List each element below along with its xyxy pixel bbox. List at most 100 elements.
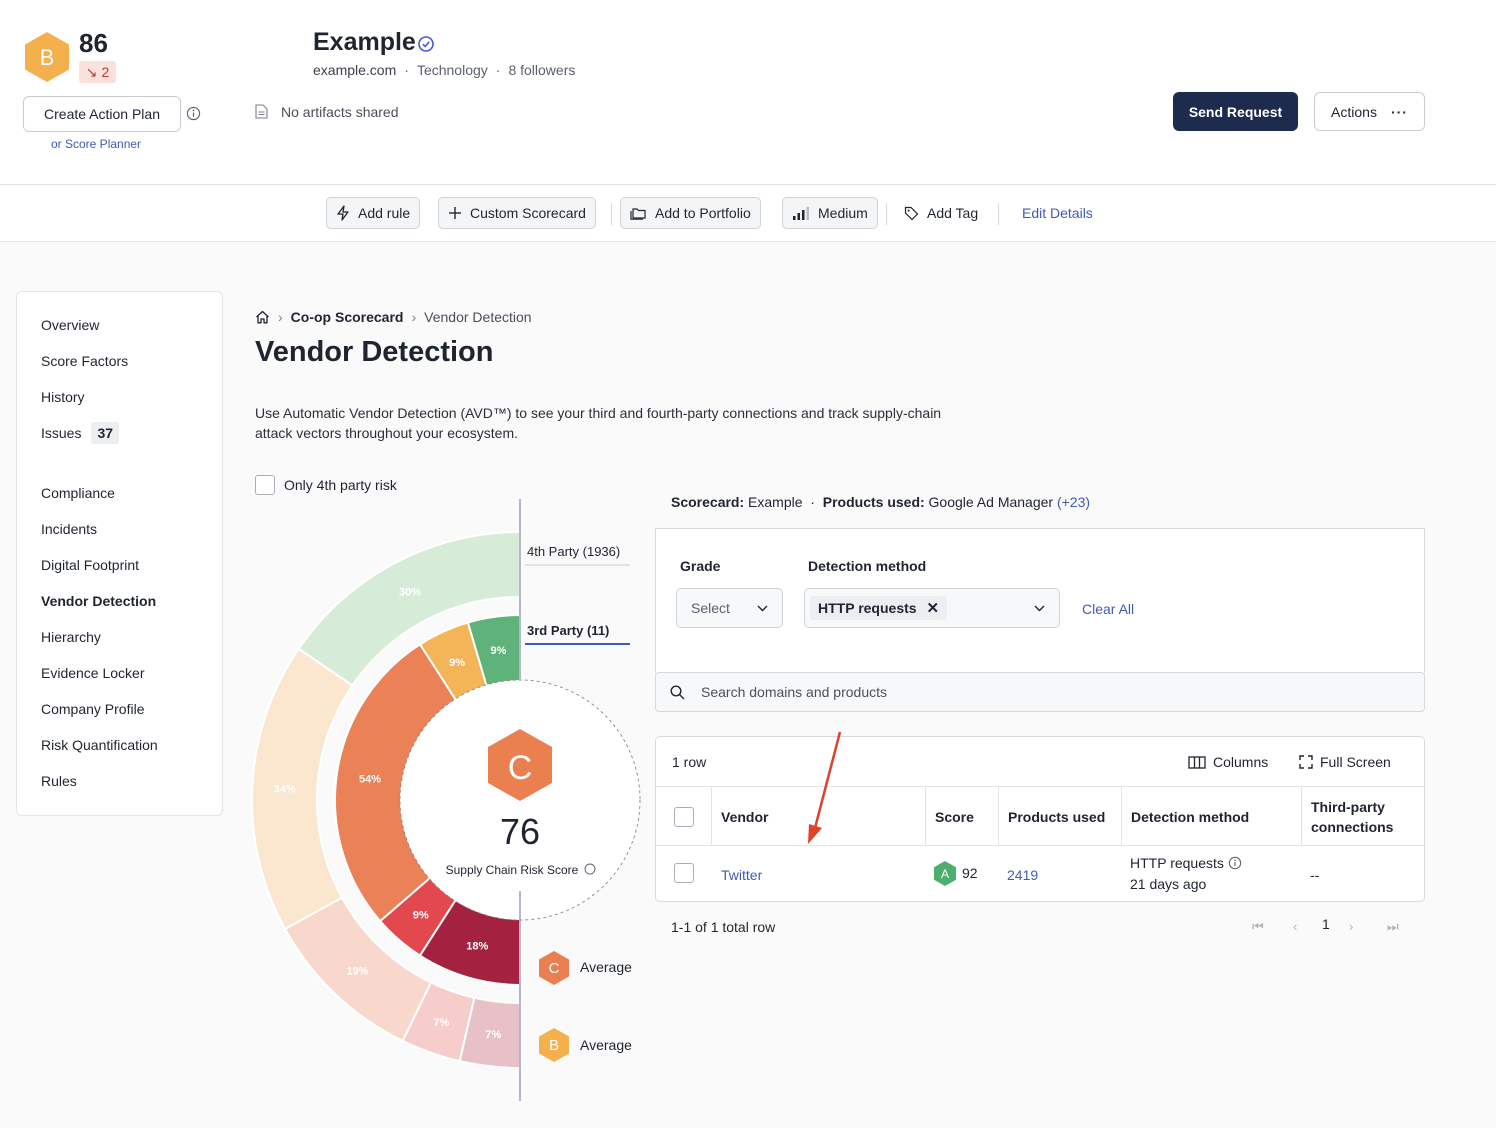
remove-chip-icon[interactable]: ✕ xyxy=(927,599,940,617)
center-label: Supply Chain Risk Score xyxy=(446,863,579,877)
score-delta-value: 2 xyxy=(101,64,110,80)
verified-badge-icon xyxy=(418,36,434,52)
tier-medium-button[interactable]: Medium xyxy=(782,197,878,229)
breadcrumb-parent[interactable]: Co-op Scorecard xyxy=(291,309,404,325)
filter-panel: Grade Detection method Select HTTP reque… xyxy=(655,528,1425,673)
sidebar-item-evidence-locker[interactable]: Evidence Locker xyxy=(41,665,145,681)
fourth-party-label[interactable]: 4th Party (1936) xyxy=(527,544,620,559)
inner-ring-segment-label: 9% xyxy=(490,645,506,657)
breadcrumb-current: Vendor Detection xyxy=(424,309,532,325)
select-all-checkbox[interactable] xyxy=(674,806,694,827)
sidebar-item-issues[interactable]: Issues 37 xyxy=(41,422,120,444)
center-grade: C xyxy=(508,749,533,787)
third-party-label[interactable]: 3rd Party (11) xyxy=(527,623,609,638)
next-page-icon[interactable]: › xyxy=(1349,919,1353,934)
sidebar-item-vendor-detection[interactable]: Vendor Detection xyxy=(41,593,156,609)
sidebar-item-hierarchy[interactable]: Hierarchy xyxy=(41,629,101,645)
column-header-products[interactable]: Products used xyxy=(999,787,1122,846)
svg-text:A: A xyxy=(941,867,949,881)
only-4th-party-checkbox[interactable] xyxy=(255,475,275,495)
products-more-link[interactable]: (+23) xyxy=(1057,494,1090,510)
inner-ring-segment-label: 9% xyxy=(413,909,429,921)
table-header: Vendor Score Products used Detection met… xyxy=(656,786,1424,846)
plus-icon xyxy=(449,207,461,219)
inner-ring-segment-label: 54% xyxy=(359,773,381,785)
company-score: 86 xyxy=(79,28,108,58)
chevron-down-icon xyxy=(1034,605,1045,611)
custom-scorecard-button[interactable]: Custom Scorecard xyxy=(438,197,596,229)
previous-page-icon[interactable]: ‹ xyxy=(1293,919,1297,934)
products-count-link[interactable]: 2419 xyxy=(1007,867,1038,883)
sidebar-item-label: Issues xyxy=(41,425,82,441)
company-grade: B xyxy=(40,45,55,70)
create-action-plan-button[interactable]: Create Action Plan xyxy=(23,96,181,132)
sidebar-item-rules[interactable]: Rules xyxy=(41,773,77,789)
folders-icon xyxy=(630,208,646,220)
vendor-score: 92 xyxy=(962,865,978,881)
company-domain: example.com xyxy=(313,62,397,78)
edit-details-link[interactable]: Edit Details xyxy=(1022,205,1093,221)
row-checkbox[interactable] xyxy=(674,863,694,883)
issues-count-badge: 37 xyxy=(91,422,120,444)
pagination-summary: 1-1 of 1 total row xyxy=(671,919,776,935)
actions-button[interactable]: Actions ··· xyxy=(1314,92,1425,131)
select-all-cell xyxy=(656,787,712,846)
sidebar-item-score-factors[interactable]: Score Factors xyxy=(41,353,128,369)
clear-all-button[interactable]: Clear All xyxy=(1082,601,1134,617)
action-toolbar: Add rule Custom Scorecard Add to Portfol… xyxy=(0,186,1496,242)
column-header-detection-method[interactable]: Detection method xyxy=(1122,787,1302,846)
columns-icon xyxy=(1188,755,1206,769)
home-icon[interactable] xyxy=(255,310,270,324)
add-to-portfolio-button[interactable]: Add to Portfolio xyxy=(620,197,761,229)
first-page-icon[interactable]: ⏮ xyxy=(1252,919,1264,935)
toolbar-divider xyxy=(886,203,887,225)
sidebar-item-overview[interactable]: Overview xyxy=(41,317,99,333)
sidebar-item-digital-footprint[interactable]: Digital Footprint xyxy=(41,557,139,573)
method-filter-label: Detection method xyxy=(808,558,927,574)
sidebar-item-history[interactable]: History xyxy=(41,389,85,405)
artifacts-status: No artifacts shared xyxy=(281,104,399,120)
current-page[interactable]: 1 xyxy=(1322,916,1330,932)
detection-time: 21 days ago xyxy=(1130,876,1207,892)
row-count: 1 row xyxy=(672,754,707,770)
inner-ring-segment-label: 9% xyxy=(449,657,465,669)
last-page-icon[interactable]: ⏭ xyxy=(1387,919,1399,935)
send-request-button[interactable]: Send Request xyxy=(1173,92,1298,131)
page-description: Use Automatic Vendor Detection (AVD™) to… xyxy=(255,405,942,441)
company-header: B 86 ↘ 2 Create Action Plan or Score Pla… xyxy=(0,0,1496,185)
full-screen-button[interactable]: Full Screen xyxy=(1299,754,1391,770)
add-tag-button[interactable]: Add Tag xyxy=(894,197,989,229)
company-meta: example.com · Technology · 8 followers xyxy=(313,62,576,78)
supply-chain-donut-chart: 30% 34% 19% 7% 7% 9% 9% 54% 9% 18% C 76 Supply C… xyxy=(251,499,641,1101)
add-rule-button[interactable]: Add rule xyxy=(326,197,421,229)
only-4th-party-label: Only 4th party risk xyxy=(284,477,397,493)
columns-button[interactable]: Columns xyxy=(1188,754,1268,770)
company-industry: Technology xyxy=(416,62,488,78)
info-icon[interactable] xyxy=(1228,856,1242,870)
search-placeholder: Search domains and products xyxy=(701,684,887,700)
column-header-score[interactable]: Score xyxy=(926,787,999,846)
company-followers: 8 followers xyxy=(508,62,576,78)
chevron-down-icon xyxy=(757,605,768,611)
sidebar-item-compliance[interactable]: Compliance xyxy=(41,485,115,501)
sidebar-item-company-profile[interactable]: Company Profile xyxy=(41,701,145,717)
grade-select[interactable]: Select xyxy=(676,588,783,628)
only-4th-party-filter[interactable]: Only 4th party risk xyxy=(255,475,397,495)
info-icon[interactable] xyxy=(186,106,201,121)
third-party-connections: -- xyxy=(1310,867,1320,883)
actions-label: Actions xyxy=(1331,103,1377,120)
vendor-link[interactable]: Twitter xyxy=(721,867,762,883)
inner-ring-segment-label: 18% xyxy=(466,940,488,952)
sidebar-item-risk-quantification[interactable]: Risk Quantification xyxy=(41,737,158,753)
score-delta-badge: ↘ 2 xyxy=(79,61,116,83)
sidebar-item-incidents[interactable]: Incidents xyxy=(41,521,97,537)
grade-a-hexagon-icon: A xyxy=(934,861,956,886)
column-header-third-party[interactable]: Third-party connections xyxy=(1302,787,1424,846)
search-input[interactable]: Search domains and products xyxy=(655,672,1425,712)
document-icon xyxy=(255,104,268,119)
annotation-arrow-icon xyxy=(808,731,842,844)
score-planner-link[interactable]: or Score Planner xyxy=(51,137,141,151)
toolbar-divider xyxy=(998,203,999,225)
legend-label: Average xyxy=(580,1037,632,1053)
detection-method-select[interactable]: HTTP requests ✕ xyxy=(804,588,1060,628)
